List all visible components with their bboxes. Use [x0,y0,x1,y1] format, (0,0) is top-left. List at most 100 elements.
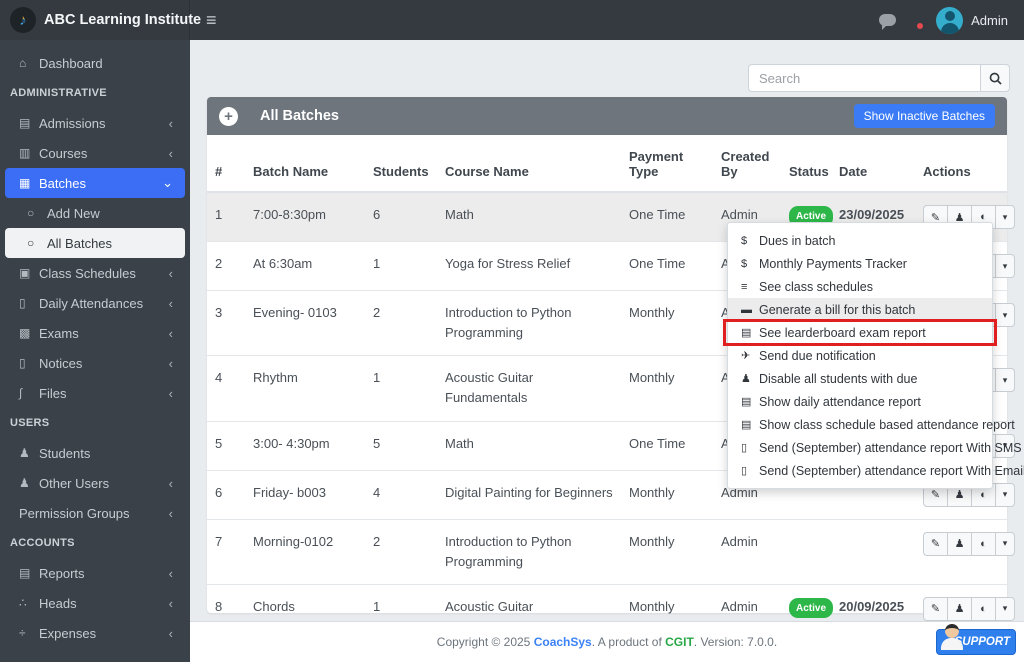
sidebar-item-courses[interactable]: ▥ Courses ‹ [5,138,185,168]
sidebar-item-permission-groups[interactable]: Permission Groups ‹ [5,498,185,528]
cell-course: Digital Painting for Beginners [437,469,621,520]
dollar-icon: $ [741,257,748,270]
cell-batch: 3:00- 4:30pm [245,420,365,471]
add-batch-icon[interactable]: + [219,106,238,126]
sidebar-item-admissions[interactable]: ▤ Admissions ‹ [5,108,185,138]
cell-students: 2 [365,289,437,356]
chevron-left-icon: ‹ [168,295,173,311]
row-dropdown-toggle-button[interactable]: ▾ [995,531,1015,556]
row-dropdown-toggle-button[interactable]: ▾ [995,254,1015,278]
search-icon [989,72,1002,85]
dropdown-item-show-class-schedule-based-attendance-report[interactable]: ▤ Show class schedule based attendance re… [728,413,1015,436]
dropdown-item-generate-a-bill-for-this-batch[interactable]: ▬ Generate a bill for this batch [728,298,992,321]
show-inactive-batches-button[interactable]: Show Inactive Batches [853,104,995,128]
cell-payment: Monthly [621,469,713,520]
dropdown-item-label: Disable all students with due [759,371,918,386]
sidebar-item-other-users[interactable]: ♟ Other Users ‹ [5,468,185,498]
sidebar-item-students[interactable]: ♟ Students [5,438,185,468]
dropdown-item-label: See learderboard exam report [759,325,926,340]
sidebar-item-heads[interactable]: ∴ Heads ‹ [5,588,185,618]
caret-down-icon: ▾ [1002,603,1008,614]
row-action-button[interactable]: ♟ [947,596,972,621]
copy-icon: ▩ [19,326,31,340]
dropdown-item-send-due-notification[interactable]: ✈ Send due notification [728,344,992,367]
dropdown-item-monthly-payments-tracker[interactable]: $ Monthly Payments Tracker [728,252,992,275]
chevron-left-icon: ‹ [168,145,173,161]
sidebar-item-label: Batches [39,175,86,191]
support-button[interactable]: SUPPORT [936,624,1016,655]
dropdown-item-see-learderboard-exam-report[interactable]: ▤ See learderboard exam report [723,319,997,346]
sidebar-item-label: Expenses [39,625,97,641]
dropdown-item-send-september-attendance-report-with-sms[interactable]: ▯ Send (September) attendance report With… [728,436,1022,459]
visibility-icon: ◐ [980,602,987,615]
row-action-button[interactable]: ✎ [923,596,948,621]
divide-icon: ÷ [19,626,26,640]
cell-payment: Monthly [621,518,713,585]
report-icon: ▤ [741,419,752,431]
student-icon: ♟ [954,489,965,502]
dropdown-item-label: See class schedules [759,279,873,294]
sidebar-item-add-new[interactable]: ○ Add New [5,198,185,228]
cell-num: 4 [207,355,245,422]
cell-payment: Monthly [621,355,713,422]
dollar-icon: $ [741,234,748,247]
row-actions-dropdown: $ Dues in batch $ Monthly Payments Tracker ≡… [723,222,1024,489]
clipboard-icon: ▯ [741,465,748,477]
sidebar-item-all-batches[interactable]: ○ All Batches [5,228,185,258]
search-button[interactable] [980,64,1010,92]
sitemap-icon: ∴ [19,596,27,610]
cell-batch: Rhythm [245,355,365,422]
row-dropdown-toggle-button[interactable]: ▾ [995,205,1015,229]
sidebar-toggle-icon[interactable]: ≡ [206,11,217,29]
dropdown-item-label: Send (September) attendance report With … [759,463,1024,478]
sidebar-item-label: Exams [39,325,79,341]
row-action-button[interactable]: ◐ [971,596,996,621]
cgit-link[interactable]: CGIT [665,635,694,649]
dropdown-item-see-class-schedules[interactable]: ≡ See class schedules [728,275,992,298]
sidebar-item-daily-attendances[interactable]: ▯ Daily Attendances ‹ [5,288,185,318]
sidebar-item-notices[interactable]: ▯ Notices ‹ [5,348,185,378]
column-header--: # [207,135,245,193]
dropdown-item-dues-in-batch[interactable]: $ Dues in batch [728,229,992,252]
search-input[interactable] [748,64,980,92]
student-icon: ♟ [19,446,30,460]
table-row: 7 Morning-0102 2 Introduction to Python Pro… [207,518,1015,585]
cell-students: 4 [365,469,437,520]
sidebar-item-exams[interactable]: ▩ Exams ‹ [5,318,185,348]
calendar-icon: ▣ [19,266,31,280]
sidebar-item-files[interactable]: ∫ Files ‹ [5,378,185,408]
sidebar-item-expenses[interactable]: ÷ Expenses ‹ [5,618,185,648]
row-dropdown-toggle-button[interactable]: ▾ [995,303,1015,327]
sidebar-item-label: Dashboard [39,55,103,71]
sidebar-item-class-schedules[interactable]: ▣ Class Schedules ‹ [5,258,185,288]
admin-label: Admin [971,12,1008,28]
dropdown-item-disable-all-students-with-due[interactable]: ♟ Disable all students with due [728,367,992,390]
row-action-button[interactable]: ♟ [947,531,972,556]
dropdown-item-send-september-attendance-report-with-email[interactable]: ▯ Send (September) attendance report With… [728,459,1024,482]
sidebar-item-batches[interactable]: ▦ Batches ⌄ [5,168,185,198]
cell-batch: At 6:30am [245,241,365,291]
coachsys-link[interactable]: CoachSys [534,635,592,649]
dropdown-item-show-daily-attendance-report[interactable]: ▤ Show daily attendance report [728,390,992,413]
notice-icon: ▯ [19,356,26,370]
row-action-button[interactable]: ◐ [971,531,996,556]
column-header-date: Date [831,135,915,193]
row-dropdown-toggle-button[interactable]: ▾ [995,368,1015,393]
column-header-status: Status [781,135,831,193]
chevron-left-icon: ‹ [168,505,173,521]
row-action-button[interactable]: ✎ [923,531,948,556]
row-dropdown-toggle-button[interactable]: ▾ [995,482,1015,507]
row-dropdown-toggle-button[interactable]: ▾ [995,596,1015,621]
search-bar [748,64,1010,92]
row-actions-group: ✎ ♟ ◐ ▾ [923,596,1015,621]
sidebar-item-label: Permission Groups [19,505,130,521]
cell-payment: Monthly [621,289,713,356]
cell-num: 1 [207,191,245,242]
report-icon: ▤ [741,327,752,339]
sidebar-item-reports[interactable]: ▤ Reports ‹ [5,558,185,588]
brand[interactable]: ♪ ABC Learning Institute [0,0,201,40]
chat-icon[interactable] [879,14,897,30]
column-header-payment-type: Payment Type [621,135,713,193]
admin-menu[interactable]: Admin [936,6,1008,34]
sidebar-item-dashboard[interactable]: ⌂ Dashboard [5,48,185,78]
